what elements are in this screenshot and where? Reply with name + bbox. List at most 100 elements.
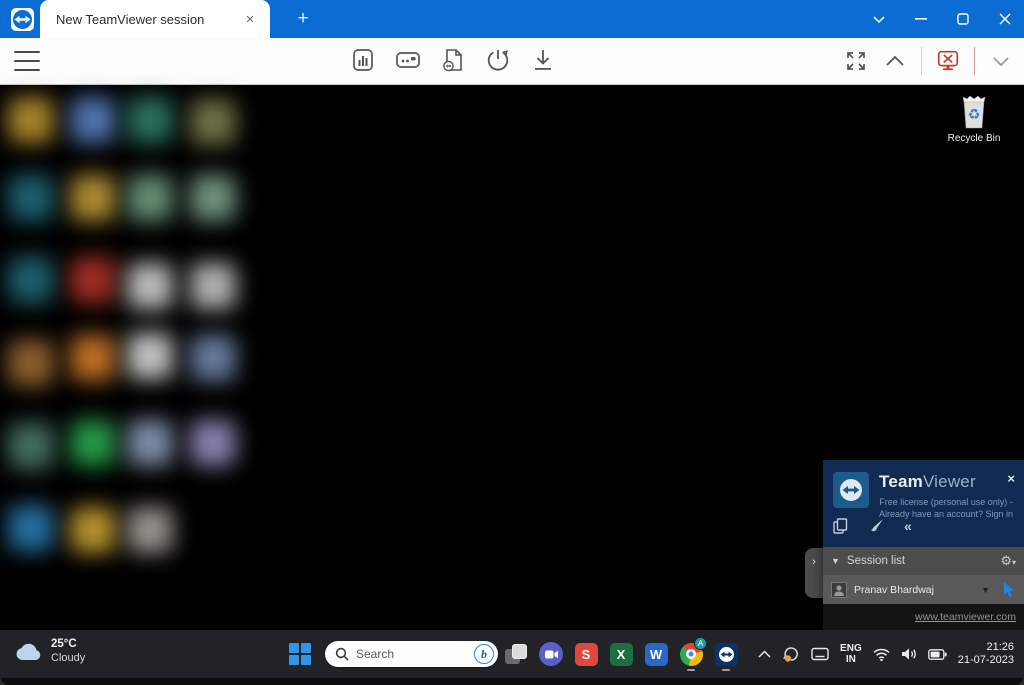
panel-toolbar: «	[833, 518, 912, 534]
taskbar-clock[interactable]: 21:26 21-07-2023	[958, 641, 1014, 668]
search-input[interactable]	[356, 647, 474, 661]
remote-toolbar-icon[interactable]	[395, 45, 421, 75]
blurred-icon	[70, 420, 116, 466]
blurred-icon	[127, 175, 173, 221]
recycle-bin-shortcut[interactable]: ♻ Recycle Bin	[942, 93, 1006, 144]
tray-sync-icon[interactable]	[782, 645, 800, 663]
teamviewer-logo-icon	[10, 7, 35, 32]
teamviewer-taskbar-button[interactable]	[714, 642, 738, 666]
task-view-button[interactable]	[504, 642, 528, 666]
blurred-icon	[70, 335, 116, 381]
session-list-header[interactable]: ▼ Session list ⚙▾	[823, 547, 1024, 575]
excel-icon: X	[610, 643, 633, 666]
weather-text: 25°C Cloudy	[51, 637, 85, 665]
panel-brand-title: TeamViewer	[879, 472, 976, 492]
blurred-icon	[70, 507, 116, 553]
bing-icon[interactable]: b	[474, 644, 494, 664]
tab-close-button[interactable]: ×	[240, 9, 260, 29]
menu-hamburger-icon[interactable]	[14, 51, 40, 71]
battery-icon[interactable]	[928, 649, 947, 660]
toolbar-center-actions	[350, 45, 556, 75]
remote-cursor-icon	[1003, 582, 1016, 597]
screenshot-frame-edge	[0, 678, 1024, 685]
session-settings-gear-icon[interactable]: ⚙▾	[1000, 554, 1016, 569]
collapse-left-chevrons-icon[interactable]: «	[904, 518, 912, 534]
session-user-name: Pranav Bhardwaj	[854, 584, 974, 596]
blurred-icon	[70, 175, 116, 221]
session-tab[interactable]: New TeamViewer session ×	[40, 0, 270, 38]
taskbar-search[interactable]: b	[325, 641, 498, 667]
toolbar-divider	[921, 47, 922, 75]
language-line2: IN	[846, 654, 856, 665]
teams-chat-button[interactable]	[539, 642, 563, 666]
titlebar-chevron-down-icon[interactable]	[870, 10, 888, 28]
fullscreen-expand-icon[interactable]	[843, 46, 869, 76]
download-icon[interactable]	[530, 45, 556, 75]
word-button[interactable]: W	[644, 642, 668, 666]
panel-collapse-handle[interactable]: ›	[805, 548, 823, 598]
blurred-icon	[8, 175, 54, 221]
teamviewer-taskbar-icon	[715, 643, 738, 666]
close-session-icon[interactable]	[935, 46, 961, 76]
panel-teamviewer-logo-icon	[833, 472, 869, 508]
teamviewer-website-link[interactable]: www.teamviewer.com	[915, 611, 1016, 623]
teamviewer-window: New TeamViewer session × +	[0, 0, 1024, 685]
language-indicator[interactable]: ENG IN	[840, 643, 862, 665]
session-list-caret-icon: ▼	[831, 556, 840, 566]
system-tray: ENG IN 21:26 21-07-2023	[758, 630, 1014, 678]
session-toolbar	[0, 38, 1024, 85]
title-bar: New TeamViewer session × +	[0, 0, 1024, 38]
blurred-icon	[8, 340, 54, 386]
blurred-icon	[70, 97, 116, 143]
brush-icon[interactable]	[868, 518, 884, 534]
blurred-icon	[8, 97, 54, 143]
copy-icon[interactable]	[833, 518, 848, 534]
collapse-toolbar-chevron-up-icon[interactable]	[882, 46, 908, 76]
chrome-profile-badge: A	[694, 637, 707, 650]
session-list-label: Session list	[847, 555, 1000, 567]
weather-condition: Cloudy	[51, 651, 85, 665]
blurred-icon	[8, 505, 54, 551]
snagit-icon: S	[575, 643, 598, 666]
taskbar-app-icons: S X W A	[504, 642, 738, 666]
session-user-row[interactable]: Pranav Bhardwaj ▼	[823, 575, 1024, 604]
taskbar-weather-widget[interactable]: 25°C Cloudy	[14, 637, 85, 665]
window-controls	[870, 0, 1014, 38]
touch-keyboard-icon[interactable]	[811, 647, 829, 661]
blurred-icon	[70, 257, 116, 303]
blurred-icon	[190, 420, 236, 466]
recycle-bin-label: Recycle Bin	[948, 133, 1001, 144]
start-logo-icon	[301, 643, 311, 653]
maximize-button[interactable]	[954, 10, 972, 28]
language-line1: ENG	[840, 643, 862, 654]
user-dropdown-caret-icon[interactable]: ▼	[981, 585, 990, 595]
toolbar-divider-red	[974, 47, 975, 75]
close-window-button[interactable]	[996, 10, 1014, 28]
file-transfer-icon[interactable]	[440, 45, 466, 75]
start-button[interactable]	[289, 643, 311, 665]
panel-header: TeamViewer × Free license (personal use …	[823, 460, 1024, 547]
blurred-icon	[190, 99, 236, 145]
task-view-icon	[512, 644, 527, 659]
blurred-icon	[127, 263, 173, 309]
minimize-button[interactable]	[912, 10, 930, 28]
user-avatar-icon	[831, 582, 847, 598]
volume-icon[interactable]	[901, 647, 917, 661]
running-indicator	[722, 669, 730, 672]
performance-stats-icon[interactable]	[350, 45, 376, 75]
snagit-button[interactable]: S	[574, 642, 598, 666]
teamviewer-panel: TeamViewer × Free license (personal use …	[823, 460, 1024, 630]
new-tab-button[interactable]: +	[292, 8, 314, 30]
session-options-chevron-down-icon[interactable]	[988, 46, 1014, 76]
tray-hidden-icons-chevron-up[interactable]	[758, 650, 771, 658]
clock-time: 21:26	[986, 641, 1014, 655]
blurred-icon	[127, 97, 173, 143]
remote-desktop-viewport[interactable]: ♻ Recycle Bin › TeamViewer × Free licens…	[0, 85, 1024, 630]
chrome-button[interactable]: A	[679, 642, 703, 666]
blurred-icon	[127, 333, 173, 379]
panel-close-button[interactable]: ×	[1007, 471, 1015, 486]
restart-icon[interactable]	[485, 45, 511, 75]
wifi-icon[interactable]	[873, 648, 890, 661]
excel-button[interactable]: X	[609, 642, 633, 666]
chat-video-icon	[539, 642, 563, 666]
